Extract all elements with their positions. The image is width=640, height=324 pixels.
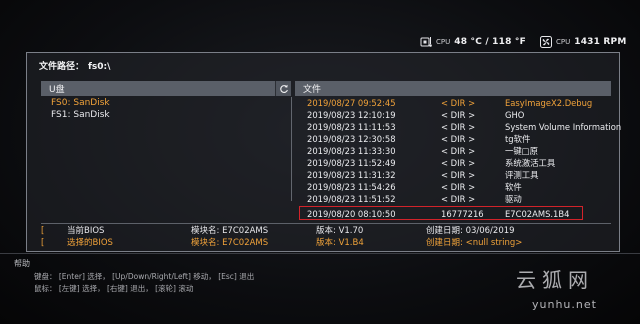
file-date: 2019/08/23 11:33:30 bbox=[307, 146, 396, 156]
cpu-temperature-status: CPU 48 °C / 118 °F bbox=[420, 34, 526, 50]
file-row[interactable]: 2019/08/23 11:54:26 < DIR > 软件 bbox=[295, 181, 611, 193]
drive-list-header: U盘 bbox=[41, 81, 275, 96]
file-name: tg软件 bbox=[505, 134, 531, 144]
help-title: 帮助 bbox=[14, 259, 30, 268]
file-row[interactable]: 2019/08/23 12:10:19 < DIR > GHO bbox=[295, 109, 611, 121]
selected-bios-title: 选择的BIOS bbox=[67, 238, 113, 248]
file-path-bar: 文件路径： fs0:\ bbox=[39, 59, 114, 72]
drive-item-fs1[interactable]: FS1: SanDisk bbox=[41, 109, 291, 121]
file-size: 16777216 bbox=[441, 209, 484, 219]
file-type: < DIR > bbox=[441, 146, 476, 156]
file-name: 一键□原 bbox=[505, 146, 539, 156]
current-bios-created: 创建日期: 03/06/2019 bbox=[426, 226, 515, 236]
fan-icon bbox=[540, 36, 552, 48]
file-type: < DIR > bbox=[441, 194, 476, 204]
file-date: 2019/08/23 11:52:49 bbox=[307, 158, 396, 168]
file-name: EasyImageX2.Debug bbox=[505, 98, 593, 108]
file-name: 系统激活工具 bbox=[505, 158, 556, 168]
refresh-icon bbox=[279, 79, 289, 98]
file-date: 2019/08/23 11:31:32 bbox=[307, 170, 396, 180]
file-type: < DIR > bbox=[441, 134, 476, 144]
file-row[interactable]: 2019/08/23 11:52:49 < DIR > 系统激活工具 bbox=[295, 157, 611, 169]
file-type: < DIR > bbox=[441, 158, 476, 168]
file-name: GHO bbox=[505, 110, 525, 120]
file-name: 驱动 bbox=[505, 194, 522, 204]
cpu-fan-status: CPU 1431 RPM bbox=[540, 34, 627, 50]
current-bios-row: [ 当前BIOS 模块名: E7C02AMS 版本: V1.70 创建日期: 0… bbox=[41, 225, 611, 237]
file-name: System Volume Information bbox=[505, 122, 622, 132]
drive-list: FS0: SanDisk FS1: SanDisk bbox=[41, 97, 292, 201]
file-row[interactable]: 2019/08/23 11:11:53 < DIR > System Volum… bbox=[295, 121, 621, 133]
file-type: < DIR > bbox=[441, 170, 476, 180]
help-keyboard-line: 键盘： [Enter] 选择， [Up/Down/Right/Left] 移动，… bbox=[34, 272, 255, 281]
watermark: 云狐网 yunhu.net bbox=[514, 264, 632, 320]
file-row[interactable]: 2019/08/23 11:31:32 < DIR > 评测工具 bbox=[295, 169, 611, 181]
file-date: 2019/08/23 12:10:19 bbox=[307, 110, 396, 120]
cpu-fan-label: CPU bbox=[556, 38, 571, 46]
info-divider bbox=[41, 223, 611, 224]
current-bios-model: 模块名: E7C02AMS bbox=[191, 226, 269, 236]
file-name: 评测工具 bbox=[505, 170, 539, 180]
file-date: 2019/08/23 11:51:52 bbox=[307, 194, 396, 204]
drive-item-fs0[interactable]: FS0: SanDisk bbox=[41, 97, 291, 109]
file-type: < DIR > bbox=[441, 122, 476, 132]
current-bios-title: 当前BIOS bbox=[67, 226, 105, 236]
file-row-selected[interactable]: 2019/08/20 08:10:50 16777216 E7C02AMS.1B… bbox=[295, 206, 611, 221]
file-date: 2019/08/23 11:11:53 bbox=[307, 122, 396, 132]
file-name: 软件 bbox=[505, 182, 522, 192]
file-row[interactable]: 2019/08/23 11:33:30 < DIR > 一键□原 bbox=[295, 145, 611, 157]
selected-bios-model: 模块名: E7C02AMS bbox=[191, 238, 269, 248]
watermark-url: yunhu.net bbox=[532, 298, 597, 311]
file-row[interactable]: 2019/08/23 11:51:52 < DIR > 驱动 bbox=[295, 193, 611, 205]
current-bios-version: 版本: V1.70 bbox=[316, 226, 364, 236]
selected-bios-version: 版本: V1.B4 bbox=[316, 238, 364, 248]
help-mouse-line: 鼠标： [左键] 选择， [右键] 退出， [滚轮] 滚动 bbox=[34, 284, 194, 293]
selected-bios-row: [ 选择的BIOS 模块名: E7C02AMS 版本: V1.B4 创建日期: … bbox=[41, 237, 611, 249]
cpu-fan-value: 1431 RPM bbox=[574, 37, 627, 47]
file-row[interactable]: 2019/08/23 12:30:58 < DIR > tg软件 bbox=[295, 133, 611, 145]
file-date: 2019/08/23 11:54:26 bbox=[307, 182, 396, 192]
cpu-temp-value: 48 °C / 118 °F bbox=[454, 37, 526, 47]
file-date: 2019/08/27 09:52:45 bbox=[307, 98, 396, 108]
flash-file-dialog: 文件路径： fs0:\ U盘 文件 FS0: SanDisk FS1: SanDi… bbox=[26, 52, 621, 252]
watermark-title: 云狐网 bbox=[516, 268, 594, 292]
file-list: 2019/08/27 09:52:45 < DIR > EasyImageX2.… bbox=[295, 97, 621, 221]
help-separator bbox=[0, 253, 640, 254]
thermometer-chip-icon bbox=[420, 36, 432, 48]
file-row[interactable]: 2019/08/27 09:52:45 < DIR > EasyImageX2.… bbox=[295, 97, 611, 109]
bios-screen: CPU 48 °C / 118 °F CPU 1431 RPM 文件路径： fs0… bbox=[0, 0, 640, 324]
bios-info-panel: [ 当前BIOS 模块名: E7C02AMS 版本: V1.70 创建日期: 0… bbox=[41, 225, 611, 249]
file-type: < DIR > bbox=[441, 110, 476, 120]
file-list-header: 文件 bbox=[295, 81, 611, 96]
file-path-value: fs0:\ bbox=[88, 62, 111, 72]
file-type: < DIR > bbox=[441, 182, 476, 192]
file-date: 2019/08/23 12:30:58 bbox=[307, 134, 396, 144]
file-date: 2019/08/20 08:10:50 bbox=[307, 209, 396, 219]
file-type: < DIR > bbox=[441, 98, 476, 108]
file-name: E7C02AMS.1B4 bbox=[505, 209, 570, 219]
refresh-button[interactable] bbox=[275, 81, 291, 96]
row-bracket: [ bbox=[41, 226, 45, 236]
cpu-temp-label: CPU bbox=[436, 38, 451, 46]
row-bracket: [ bbox=[41, 238, 45, 248]
file-path-label: 文件路径： bbox=[39, 62, 85, 72]
selected-bios-created: 创建日期: <null string> bbox=[426, 238, 523, 248]
